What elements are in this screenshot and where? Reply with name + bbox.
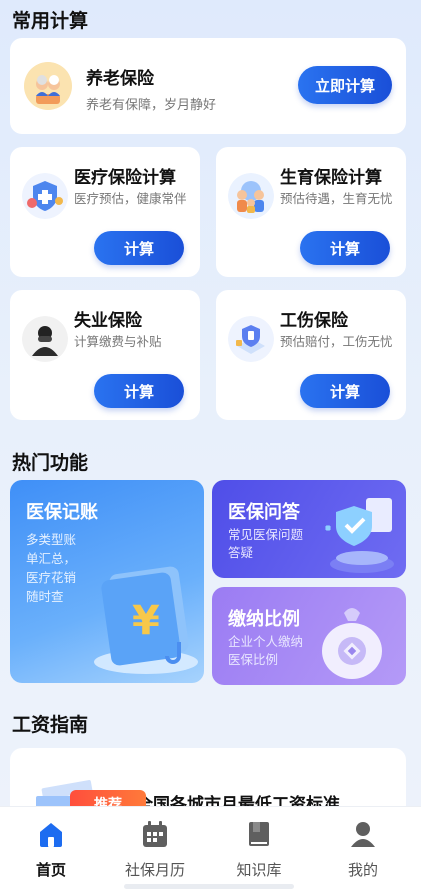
ratio-title: 缴纳比例: [228, 609, 300, 630]
medical-qa-card[interactable]: 医保问答 常见医保问题答疑: [212, 480, 406, 578]
qa-title: 医保问答: [228, 502, 300, 523]
maternity-insurance-card[interactable]: 生育保险计算 预估待遇，生育无忧 计算: [216, 147, 406, 277]
medical-ledger-card[interactable]: 医保记账 多类型账单汇总，医疗花销随时查 ¥: [10, 480, 204, 683]
nav-item-home[interactable]: 首页: [6, 819, 96, 880]
injury-shield-icon: [228, 316, 274, 362]
nav-item-profile[interactable]: 我的: [318, 819, 408, 880]
user-icon: [351, 822, 375, 847]
card-title: 医疗保险计算: [74, 168, 176, 188]
book-icon: [249, 822, 269, 846]
ratio-desc: 企业个人缴纳医保比例: [228, 634, 304, 667]
nav-label-knowledge: 知识库: [236, 861, 282, 879]
ledger-desc: 多类型账单汇总，医疗花销随时查: [26, 532, 77, 604]
nav-label-calendar: 社保月历: [124, 861, 185, 879]
shield-document-icon: [324, 498, 394, 573]
unemployment-calculate-button[interactable]: 计算: [94, 374, 184, 408]
section-title-hot: 热门功能: [12, 452, 89, 474]
section-title-common: 常用计算: [12, 10, 89, 32]
card-title: 失业保险: [74, 311, 142, 331]
section-title-salary: 工资指南: [12, 714, 89, 736]
medical-calculate-button[interactable]: 计算: [94, 231, 184, 265]
work-injury-insurance-card[interactable]: 工伤保险 预估赔付，工伤无忧 计算: [216, 290, 406, 420]
family-icon: [228, 173, 274, 219]
maternity-calculate-button[interactable]: 计算: [300, 231, 390, 265]
home-indicator: [124, 884, 294, 889]
card-title: 工伤保险: [280, 311, 348, 331]
card-title: 生育保险计算: [280, 168, 382, 188]
medical-shield-icon: [22, 173, 68, 219]
pension-calculate-button[interactable]: 立即计算: [298, 66, 392, 104]
card-subtitle: 预估赔付，工伤无忧: [280, 334, 393, 349]
home-icon: [40, 823, 62, 847]
nav-label-home: 首页: [35, 861, 66, 879]
pension-card[interactable]: 养老保险 养老有保障，岁月静好 立即计算: [10, 38, 406, 134]
card-subtitle: 预估待遇，生育无忧: [280, 191, 393, 206]
unemployed-person-icon: [22, 316, 68, 362]
calendar-icon: [143, 821, 167, 847]
money-bag-icon: [322, 608, 382, 679]
nav-item-calendar[interactable]: 社保月历: [110, 819, 200, 880]
unemployment-insurance-card[interactable]: 失业保险 计算缴费与补贴 计算: [10, 290, 200, 420]
work-injury-calculate-button[interactable]: 计算: [300, 374, 390, 408]
card-subtitle: 计算缴费与补贴: [74, 334, 162, 349]
nav-label-profile: 我的: [347, 861, 378, 879]
nav-item-knowledge[interactable]: 知识库: [214, 819, 304, 880]
bottom-nav: 首页 社保月历 知识库 我的: [0, 806, 421, 891]
pension-title: 养老保险: [86, 69, 154, 89]
svg-text:¥: ¥: [132, 598, 160, 644]
pension-subtitle: 养老有保障，岁月静好: [86, 98, 217, 113]
pension-icon: [24, 62, 72, 110]
qa-desc: 常见医保问题答疑: [228, 527, 304, 560]
ledger-title: 医保记账: [26, 502, 98, 523]
payment-ratio-card[interactable]: 缴纳比例 企业个人缴纳医保比例: [212, 587, 406, 685]
yuan-ledger-icon: ¥: [94, 566, 198, 674]
card-subtitle: 医疗预估，健康常伴: [74, 191, 187, 206]
medical-insurance-card[interactable]: 医疗保险计算 医疗预估，健康常伴 计算: [10, 147, 200, 277]
